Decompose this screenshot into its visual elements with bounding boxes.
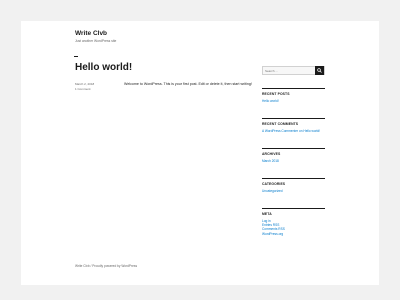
post-separator: [74, 56, 78, 57]
widget-categories: CATEGORIES Uncategorized: [262, 178, 325, 193]
search-button[interactable]: [315, 66, 324, 75]
archive-link[interactable]: March 2018: [262, 159, 325, 163]
widget-title-archives: ARCHIVES: [262, 152, 281, 156]
recent-comment-link[interactable]: A WordPress Commenter on Hello world!: [262, 129, 325, 133]
search-form: [262, 66, 325, 75]
page-container: [21, 21, 379, 285]
widget-title-recent-posts: RECENT POSTS: [262, 92, 290, 96]
post-title[interactable]: Hello world!: [75, 62, 132, 73]
search-input[interactable]: [265, 68, 315, 74]
widget-title-recent-comments: RECENT COMMENTS: [262, 122, 299, 126]
widget-title-categories: CATEGORIES: [262, 182, 286, 186]
site-footer: Write Clvb / Proudly powered by WordPres…: [75, 264, 138, 268]
post-comments-link[interactable]: 1 Comment: [75, 87, 94, 92]
post-meta: March 2, 2018 1 Comment: [75, 82, 94, 92]
widget-recent-comments: RECENT COMMENTS A WordPress Commenter on…: [262, 118, 325, 133]
meta-link-wordpress-org[interactable]: WordPress.org: [262, 232, 325, 236]
search-icon: [317, 68, 322, 73]
category-link[interactable]: Uncategorized: [262, 189, 325, 193]
widget-archives: ARCHIVES March 2018: [262, 148, 325, 163]
site-title[interactable]: Write Clvb: [75, 30, 107, 37]
widget-meta: META Log in Entries RSS Comments RSS Wor…: [262, 208, 325, 236]
widget-recent-posts: RECENT POSTS Hello world!: [262, 88, 325, 103]
post-content: Welcome to WordPress. This is your first…: [124, 82, 252, 86]
recent-post-link[interactable]: Hello world!: [262, 99, 325, 103]
widget-title-meta: META: [262, 212, 272, 216]
site-description: Just another WordPress site: [75, 39, 117, 43]
